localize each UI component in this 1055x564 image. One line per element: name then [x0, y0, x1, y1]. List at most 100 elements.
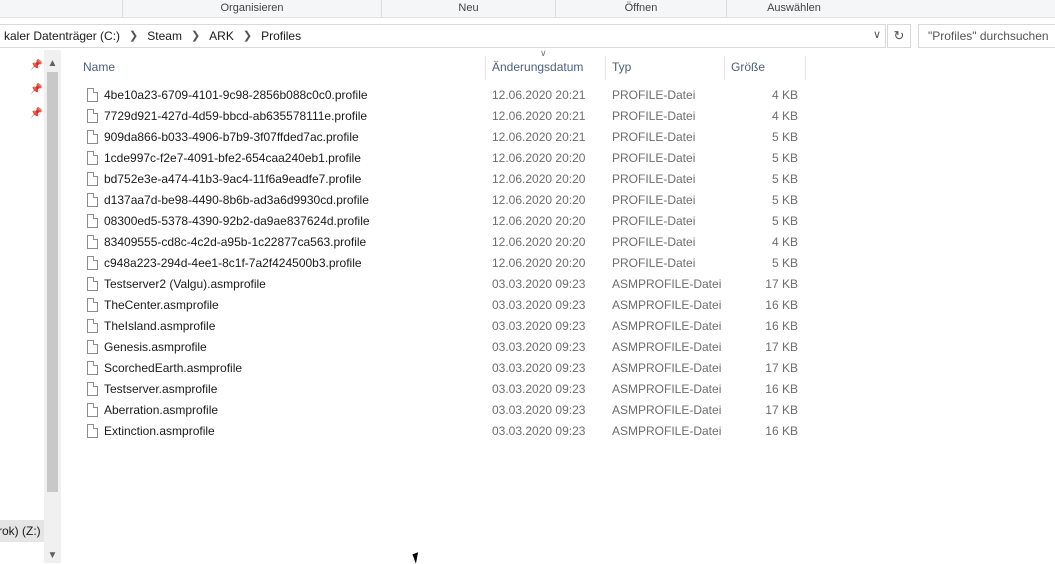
file-row[interactable]: Extinction.asmprofile 03.03.2020 09:23 ASM…	[0, 421, 810, 442]
scroll-down-arrow-icon[interactable]: ▼	[44, 550, 61, 561]
chevron-right-icon[interactable]: ❯	[243, 25, 252, 47]
file-row[interactable]: 7729d921-427d-4d59-bbcd-ab635578111e.pro…	[0, 106, 810, 127]
file-date: 03.03.2020 09:23	[492, 382, 586, 396]
file-row[interactable]: TheIsland.asmprofile 03.03.2020 09:23 ASMP…	[0, 316, 810, 337]
file-type: ASMPROFILE-Datei	[612, 298, 722, 312]
column-header-type[interactable]: Typ	[606, 56, 724, 80]
file-icon	[87, 424, 98, 438]
file-date: 12.06.2020 20:21	[492, 109, 586, 123]
file-size: 16 KB	[765, 424, 798, 438]
file-row[interactable]: 4be10a23-6709-4101-9c98-2856b088c0c0.pro…	[0, 85, 810, 106]
file-date: 03.03.2020 09:23	[492, 277, 586, 291]
file-size: 16 KB	[765, 382, 798, 396]
ribbon-group-open: Öffnen	[555, 0, 726, 17]
file-type: PROFILE-Datei	[612, 256, 696, 270]
file-date: 12.06.2020 20:20	[492, 172, 586, 186]
file-icon	[87, 277, 98, 291]
file-icon	[87, 172, 98, 186]
file-name: Testserver2 (Valgu).asmprofile	[104, 277, 266, 291]
file-icon	[87, 403, 98, 417]
file-row[interactable]: Genesis.asmprofile 03.03.2020 09:23 ASMPRO…	[0, 337, 810, 358]
file-type: PROFILE-Datei	[612, 151, 696, 165]
breadcrumb-drive[interactable]: kaler Datenträger (C:)	[4, 25, 120, 47]
file-row[interactable]: Aberration.asmprofile 03.03.2020 09:23 ASM…	[0, 400, 810, 421]
file-icon	[87, 340, 98, 354]
breadcrumb-ark[interactable]: ARK	[209, 25, 234, 47]
file-row[interactable]: Testserver.asmprofile 03.03.2020 09:23 ASM…	[0, 379, 810, 400]
file-row[interactable]: 83409555-cd8c-4c2d-a95b-1c22877ca563.pro…	[0, 232, 810, 253]
file-icon	[87, 361, 98, 375]
pin-icon[interactable]: 📌	[30, 60, 42, 72]
column-header-date[interactable]: Änderungsdatum	[486, 56, 605, 80]
file-name: bd752e3e-a474-41b3-9ac4-11f6a9eadfe7.pro…	[104, 172, 362, 186]
file-size: 16 KB	[765, 319, 798, 333]
file-type: ASMPROFILE-Datei	[612, 361, 722, 375]
address-history-chevron-down-icon[interactable]: ∨	[869, 24, 885, 46]
file-type: ASMPROFILE-Datei	[612, 382, 722, 396]
file-icon	[87, 256, 98, 270]
file-icon	[87, 382, 98, 396]
file-size: 17 KB	[765, 361, 798, 375]
file-date: 12.06.2020 20:20	[492, 193, 586, 207]
file-row[interactable]: bd752e3e-a474-41b3-9ac4-11f6a9eadfe7.pro…	[0, 169, 810, 190]
scroll-up-arrow-icon[interactable]: ▲	[44, 58, 61, 69]
file-row[interactable]: c948a223-294d-4ee1-8c1f-7a2f424500b3.pro…	[0, 253, 810, 274]
file-type: ASMPROFILE-Datei	[612, 340, 722, 354]
file-name: c948a223-294d-4ee1-8c1f-7a2f424500b3.pro…	[104, 256, 362, 270]
file-type: PROFILE-Datei	[612, 172, 696, 186]
file-row[interactable]: d137aa7d-be98-4490-8b6b-ad3a6d9930cd.pro…	[0, 190, 810, 211]
file-type: PROFILE-Datei	[612, 214, 696, 228]
file-name: 08300ed5-5378-4390-92b2-da9ae837624d.pro…	[104, 214, 370, 228]
file-size: 4 KB	[771, 88, 798, 102]
file-type: ASMPROFILE-Datei	[612, 403, 722, 417]
file-row[interactable]: 1cde997c-f2e7-4091-bfe2-654caa240eb1.pro…	[0, 148, 810, 169]
file-name: 1cde997c-f2e7-4091-bfe2-654caa240eb1.pro…	[104, 151, 361, 165]
file-size: 5 KB	[771, 214, 798, 228]
breadcrumb-steam[interactable]: Steam	[147, 25, 182, 47]
chevron-right-icon[interactable]: ❯	[129, 25, 138, 47]
search-input[interactable]: "Profiles" durchsuchen	[918, 24, 1055, 48]
file-icon	[87, 109, 98, 123]
address-bar[interactable]: kaler Datenträger (C:) ❯ Steam ❯ ARK ❯ Profile…	[0, 24, 886, 48]
breadcrumb-profiles[interactable]: Profiles	[261, 25, 301, 47]
file-date: 03.03.2020 09:23	[492, 424, 586, 438]
file-type: PROFILE-Datei	[612, 193, 696, 207]
ribbon-group-organize: Organisieren	[122, 0, 381, 17]
file-name: ScorchedEarth.asmprofile	[104, 361, 243, 375]
column-header-name[interactable]: Name	[77, 56, 485, 80]
file-icon	[87, 214, 98, 228]
file-date: 12.06.2020 20:21	[492, 88, 586, 102]
file-icon	[87, 298, 98, 312]
file-type: PROFILE-Datei	[612, 130, 696, 144]
refresh-button[interactable]: ↻	[887, 24, 911, 48]
file-name: 7729d921-427d-4d59-bbcd-ab635578111e.pro…	[104, 109, 368, 123]
file-row[interactable]: 08300ed5-5378-4390-92b2-da9ae837624d.pro…	[0, 211, 810, 232]
file-size: 5 KB	[771, 151, 798, 165]
file-row[interactable]: TheCenter.asmprofile 03.03.2020 09:23 ASMP…	[0, 295, 810, 316]
file-size: 5 KB	[771, 130, 798, 144]
file-row[interactable]: 909da866-b033-4906-b7b9-3f07ffded7ac.pro…	[0, 127, 810, 148]
file-size: 4 KB	[771, 109, 798, 123]
ribbon-group-bar: Organisieren Neu Öffnen Auswählen	[0, 0, 1055, 18]
file-name: Genesis.asmprofile	[104, 340, 207, 354]
file-row[interactable]: Testserver2 (Valgu).asmprofile 03.03.2020…	[0, 274, 810, 295]
file-row[interactable]: ScorchedEarth.asmprofile 03.03.2020 09:23…	[0, 358, 810, 379]
nav-item-network-drive[interactable]: rok) (Z:)	[0, 524, 41, 538]
column-header-size[interactable]: Größe	[725, 56, 805, 80]
file-name: Testserver.asmprofile	[104, 382, 218, 396]
chevron-right-icon[interactable]: ❯	[191, 25, 200, 47]
file-name: d137aa7d-be98-4490-8b6b-ad3a6d9930cd.pro…	[104, 193, 369, 207]
file-size: 4 KB	[771, 235, 798, 249]
column-divider[interactable]	[805, 56, 806, 80]
file-name: 4be10a23-6709-4101-9c98-2856b088c0c0.pro…	[104, 88, 368, 102]
file-name: TheIsland.asmprofile	[104, 319, 216, 333]
breadcrumb: kaler Datenträger (C:) ❯ Steam ❯ ARK ❯ Profile…	[4, 25, 301, 47]
ribbon-group-new: Neu	[381, 0, 555, 17]
file-date: 12.06.2020 20:20	[492, 256, 586, 270]
file-size: 16 KB	[765, 298, 798, 312]
file-icon	[87, 319, 98, 333]
file-name: 909da866-b033-4906-b7b9-3f07ffded7ac.pro…	[104, 130, 359, 144]
file-date: 03.03.2020 09:23	[492, 340, 586, 354]
refresh-icon: ↻	[893, 28, 905, 43]
file-icon	[87, 130, 98, 144]
